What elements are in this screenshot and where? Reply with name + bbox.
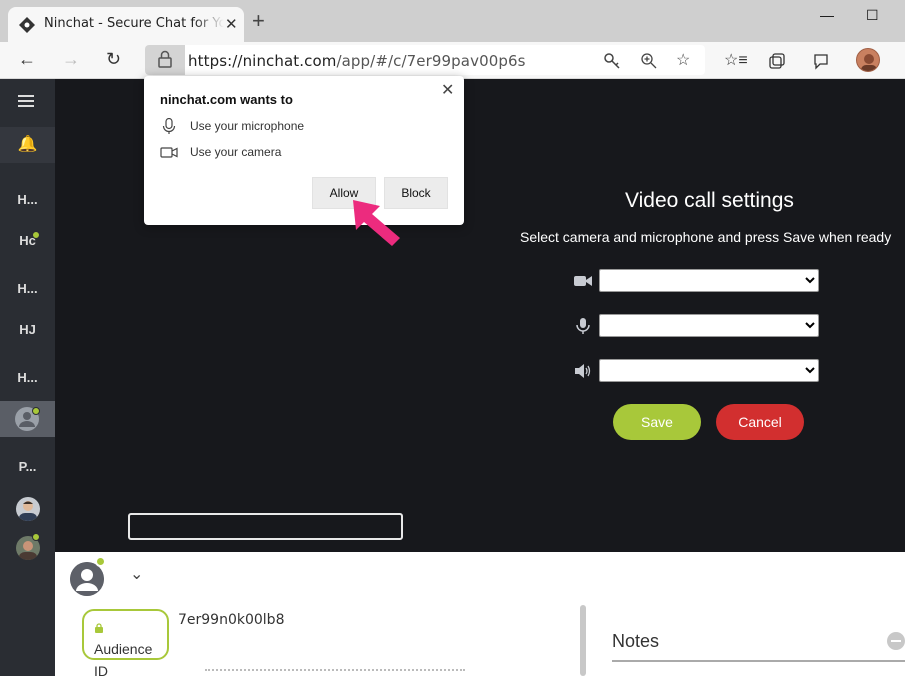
permission-microphone-row: Use your microphone [160,118,304,134]
video-chat-input[interactable] [128,513,403,540]
panel-divider[interactable] [580,605,586,676]
notes-title: Notes [612,631,660,651]
maximize-button[interactable]: ☐ [866,7,879,24]
browser-tab[interactable]: Ninchat - Secure Chat for Your Business … [8,7,244,42]
audience-id-label: Audience ID [94,641,153,676]
microphone-row [570,314,820,338]
lock-icon [95,623,103,634]
url-text: https://ninchat.com/app/#/c/7er99pav00p6… [188,52,526,70]
notes-underline [612,660,905,662]
back-arrow-icon[interactable]: ← [18,49,36,70]
close-icon[interactable]: ✕ [441,80,454,100]
ninchat-favicon-icon [19,17,35,33]
audience-id-badge: Audience ID [82,609,169,676]
sidebar-item-p[interactable]: P... [0,449,55,485]
forward-arrow-icon[interactable]: → [62,49,80,70]
collapse-notes-icon[interactable] [887,632,905,650]
save-button[interactable]: Save [613,404,701,440]
microphone-select[interactable] [599,314,819,337]
sidebar-item-hc[interactable]: Hc [0,223,55,259]
contact-avatar[interactable] [70,562,104,596]
sidebar-item-selected-user[interactable] [0,401,55,437]
user-avatar-icon [70,562,104,596]
feedback-icon[interactable] [812,52,830,70]
permission-item-label: Use your camera [190,145,282,159]
sidebar: 🔔 H... Hc H... HJ H... P... [0,79,55,676]
user-photo-avatar[interactable] [16,497,40,521]
camera-select[interactable] [599,269,819,292]
site-info-button[interactable] [145,45,185,75]
key-icon[interactable] [603,52,621,70]
url-host: https://ninchat.com [188,52,337,70]
chevron-down-icon[interactable]: ⌄ [130,564,143,584]
permission-popup: ninchat.com wants to ✕ Use your micropho… [144,76,464,225]
address-bar[interactable]: https://ninchat.com/app/#/c/7er99pav00p6… [145,45,705,75]
online-status-dot [95,556,106,567]
profile-avatar[interactable] [856,48,880,72]
online-status-dot [32,533,40,541]
person-photo-icon [19,501,37,521]
camera-row [570,269,820,293]
pointer-arrow-icon [353,200,400,246]
tab-close-icon[interactable]: ✕ [225,15,238,33]
speaker-icon [575,364,591,378]
online-status-dot [32,407,40,415]
sidebar-item-hj[interactable]: HJ [0,312,55,348]
microphone-icon [162,118,176,134]
refresh-icon[interactable]: ↻ [106,49,121,70]
favorite-star-icon[interactable]: ☆ [676,50,690,70]
video-settings-title: Video call settings [625,189,794,212]
audience-id-value: 7er99n0k00lb8 [178,612,285,628]
zoom-in-icon[interactable] [640,52,658,70]
tab-title: Ninchat - Secure Chat for Your Business [44,16,224,31]
conversation-panel: ⌄ Audience ID 7er99n0k00lb8 Notes [55,552,905,676]
lock-icon [158,50,172,68]
speaker-row [570,359,820,383]
permission-title: ninchat.com wants to [160,92,293,107]
profile-picture-icon [861,54,877,71]
browser-toolbar: ← → ↻ https://ninchat.com/app/#/c/7er99p… [0,42,905,79]
cancel-button[interactable]: Cancel [716,404,804,440]
sidebar-item-h3[interactable]: H... [0,360,55,396]
new-tab-button[interactable]: + [252,9,265,33]
online-status-dot [32,231,40,239]
browser-tab-bar: Ninchat - Secure Chat for Your Business … [0,0,905,42]
hamburger-menu-icon[interactable] [18,95,34,110]
camera-icon [160,147,178,158]
sidebar-item-h1[interactable]: H... [0,182,55,218]
permission-camera-row: Use your camera [160,144,281,160]
speaker-select[interactable] [599,359,819,382]
permission-item-label: Use your microphone [190,119,305,133]
cut-off-text [205,669,465,675]
favorites-list-icon[interactable]: ☆≡ [724,50,748,70]
url-path: /app/#/c/7er99pav00p6s [336,52,526,70]
microphone-icon [576,318,590,334]
video-camera-icon [574,276,592,286]
collections-icon[interactable] [768,52,786,70]
minimize-button[interactable]: — [820,7,834,23]
video-settings-subtitle: Select camera and microphone and press S… [520,229,892,245]
notifications-bell-icon[interactable]: 🔔 [0,127,55,163]
sidebar-item-h2[interactable]: H... [0,271,55,307]
